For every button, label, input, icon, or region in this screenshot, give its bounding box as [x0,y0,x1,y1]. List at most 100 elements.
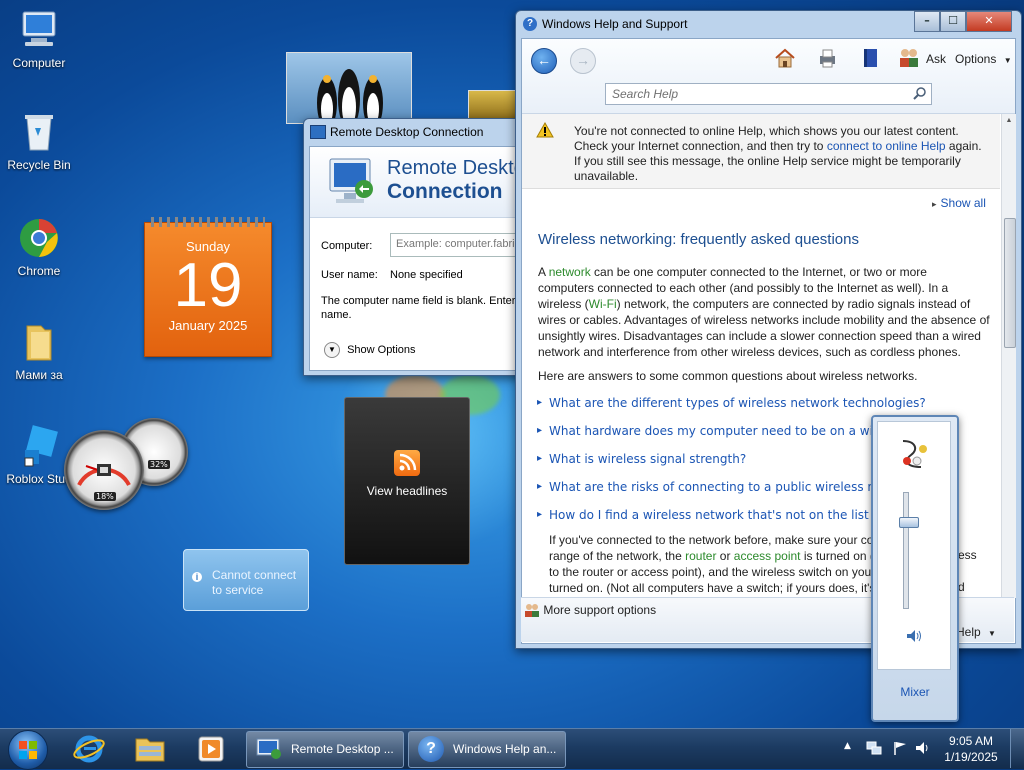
ask-label[interactable]: Ask [926,52,946,66]
scroll-thumb[interactable] [1004,218,1016,348]
desktop-icon-chrome[interactable]: Chrome [0,216,78,278]
username-label: User name: [321,269,378,281]
wifi-link[interactable]: Wi-Fi [589,297,617,311]
rdc-header-line2: Connection [387,180,503,203]
faq-question[interactable]: What are the different types of wireless… [537,396,926,410]
info-icon: i [192,572,202,582]
p1-l3b: ) network, the computers are connected b… [616,297,971,311]
recycle-bin-icon [17,110,61,154]
cannot-connect-gadget[interactable]: i Cannot connect to service [183,549,309,611]
options-label: Options [955,52,997,66]
media-player-icon [198,736,224,762]
faq-question[interactable]: What is wireless signal strength? [537,452,746,466]
show-options-button[interactable]: ▼ Show Options [324,342,416,358]
ans-l2a: range of the network, the [549,549,686,563]
cpu-meter[interactable]: 18% [64,430,144,510]
forward-button[interactable]: → [570,48,596,74]
help-menu[interactable]: Help ▼ [956,625,996,639]
warning-line3: If you still see this message, the onlin… [574,154,961,168]
volume-slider-thumb[interactable] [899,516,919,528]
chevron-down-icon: ▼ [1003,56,1012,65]
taskbar-remote-desktop-label: Remote Desktop ... [291,742,394,756]
action-center-flag-icon[interactable] [892,740,908,756]
desktop-icon-label: Chrome [17,264,61,278]
faq-intro: Here are answers to some common question… [538,369,918,383]
ans-line3: to the router or access point), and the … [549,565,876,579]
minimize-button[interactable]: – [914,11,940,32]
connect-online-help-link[interactable]: connect to online Help [827,139,946,153]
windows-logo-icon [19,741,37,759]
show-hidden-icons-button[interactable]: ▲ [844,741,851,751]
slideshow-gadget[interactable] [286,52,412,124]
ask-icon[interactable] [898,46,920,70]
clock-time: 9:05 AM [948,734,994,748]
show-all-link[interactable]: ▸ Show all [932,196,986,210]
view-headlines-label[interactable]: View headlines [345,484,469,498]
warning-line4: unavailable. [574,169,639,183]
network-tray-icon[interactable] [866,740,882,756]
maximize-button[interactable]: ☐ [940,11,966,32]
desktop-icon-folder[interactable]: Мами за [0,320,78,382]
start-button[interactable] [8,730,48,770]
show-desktop-button[interactable] [1010,729,1024,768]
faq-question[interactable]: What hardware does my computer need to b… [537,424,920,438]
folder-icon [135,738,165,762]
rdc-header-line1: Remote Deskto [387,157,525,179]
feed-headlines-gadget[interactable]: View headlines [344,397,470,565]
p1-line1: A network can be one computer connected … [538,264,990,280]
close-button[interactable]: ✕ [966,11,1012,32]
help-title-icon: ? [523,17,537,31]
cannot-connect-line1: Cannot connect [212,568,297,582]
calendar-gadget[interactable]: Sunday 19 January 2025 [144,217,272,357]
computer-input[interactable]: Example: computer.fabrik [390,233,531,257]
penguins-image [317,69,383,123]
p1-b: can be one computer connected to the Int… [590,265,927,279]
show-options-label: Show Options [347,344,416,356]
desktop-icon-computer[interactable]: Computer [0,8,78,70]
home-icon[interactable] [774,47,796,69]
chevron-down-icon: ▼ [988,629,996,638]
print-icon[interactable] [816,47,838,69]
rdc-note-2: name. [321,309,352,321]
speaker-mute-icon[interactable] [906,629,922,643]
volume-flyout[interactable]: Mixer [871,415,959,722]
access-point-link[interactable]: access point [734,549,801,563]
p1-line2: computers connected to each other (and p… [538,281,949,295]
rdc-note: The computer name field is blank. Enter … [321,295,525,307]
faq-paragraph: A network can be one computer connected … [538,264,990,360]
faq-question-expanded[interactable]: How do I find a wireless network that's … [537,508,924,522]
p1-a: A [538,265,549,279]
network-link[interactable]: network [549,265,591,279]
desktop-icon-recycle-bin[interactable]: Recycle Bin [0,110,78,172]
volume-slider-track[interactable] [903,492,909,609]
options-menu[interactable]: Options ▼ [955,52,1012,66]
computer-label: Computer: [321,240,373,252]
search-icon[interactable] [913,86,927,100]
remote-desktop-window[interactable]: Remote Desktop Connection Remote Deskto … [303,118,535,376]
back-button[interactable]: ← [531,48,557,74]
browse-help-icon[interactable] [859,47,881,69]
internet-explorer-pin[interactable] [72,733,106,765]
taskbar-clock[interactable]: 9:05 AM 1/19/2025 [940,733,1002,765]
chrome-icon [17,216,61,260]
show-all-label: Show all [940,196,986,210]
more-support-options[interactable]: More support options [524,602,656,617]
search-input[interactable]: Search Help [605,83,932,105]
calendar-rings [151,217,265,227]
taskbar-remote-desktop[interactable]: Remote Desktop ... [246,731,404,768]
help-scrollbar[interactable]: ▲ [1001,114,1016,598]
faq-question[interactable]: What are the risks of connecting to a pu… [537,480,922,494]
taskbar-windows-help-label: Windows Help an... [453,742,557,756]
desktop-icon-label: Мами за [15,368,63,382]
offline-warning: You're not connected to online Help, whi… [522,114,1000,189]
cannot-connect-line2: to service [212,583,264,597]
rdc-title-icon [310,125,326,139]
mixer-link[interactable]: Mixer [873,685,957,699]
rdc-title-bar[interactable]: Remote Desktop Connection [304,119,534,145]
taskbar-windows-help[interactable]: ? Windows Help an... [408,731,566,768]
volume-tray-icon[interactable] [915,740,931,756]
router-link[interactable]: router [685,549,716,563]
scroll-up-button[interactable]: ▲ [1002,114,1016,128]
file-explorer-pin[interactable] [133,733,167,765]
media-player-pin[interactable] [194,733,228,765]
